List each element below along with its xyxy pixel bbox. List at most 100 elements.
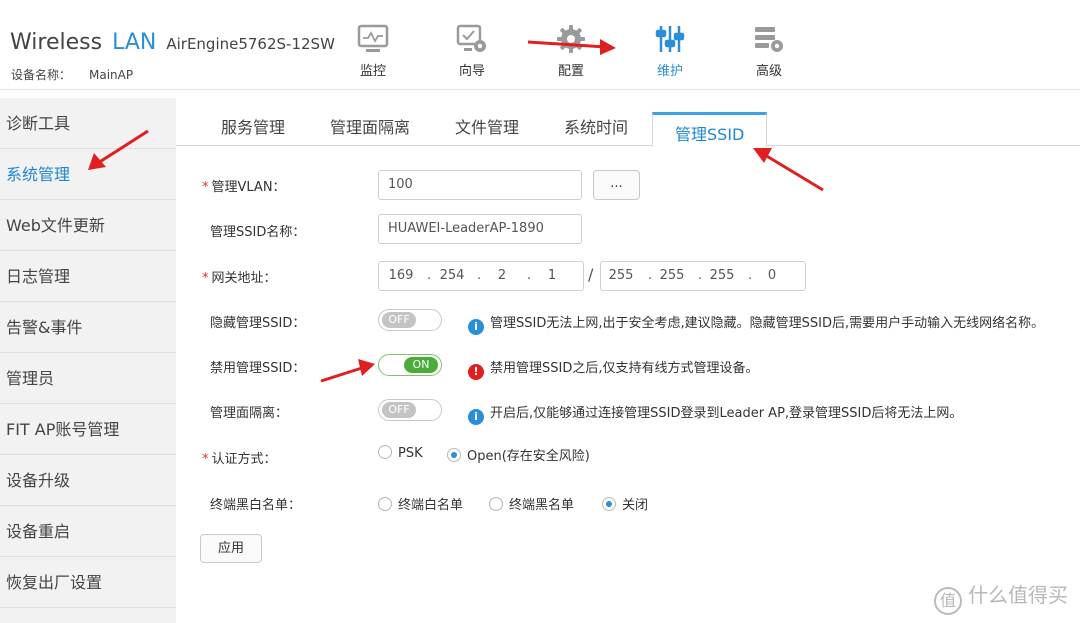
list-radio-off-label: 关闭 <box>622 498 649 513</box>
device-name-label: 设备名称： <box>11 68 72 82</box>
disable-ssid-hint-text: 禁用管理SSID之后,仅支持有线方式管理设备。 <box>490 361 759 376</box>
disable-ssid-label: 禁用管理SSID： <box>210 361 306 376</box>
isolation-hint: i 开启后,仅能够通过连接管理SSID登录到Leader AP,登录管理SSID后… <box>468 402 962 425</box>
brand-lan: LAN <box>112 30 157 55</box>
watermark: 值什么值得买 <box>934 579 1068 615</box>
tab-management-ssid[interactable]: 管理SSID <box>652 112 768 147</box>
device-model: AirEngine5762S-12SW <box>166 35 335 53</box>
list-radio-whitelist-label: 终端白名单 <box>398 498 464 513</box>
auth-label: * 认证方式： <box>202 448 277 467</box>
list-radio-blacklist-label: 终端黑名单 <box>509 498 575 513</box>
watermark-text: 什么值得买 <box>968 583 1068 607</box>
vlan-input[interactable]: 100 <box>378 170 582 200</box>
hide-ssid-toggle[interactable]: OFF <box>378 309 442 331</box>
nav-monitor[interactable]: 监控 <box>338 24 408 82</box>
tab-service-management[interactable]: 服务管理 <box>221 114 285 138</box>
ip-dot: . <box>748 268 753 283</box>
radio-circle <box>378 445 392 459</box>
ip-dot: . <box>527 268 532 283</box>
vlan-select-button[interactable]: ... <box>593 170 640 200</box>
ip-dot: . <box>698 268 703 283</box>
ip-dot: . <box>477 268 482 283</box>
sidebar-item-web-file-update[interactable]: Web文件更新 <box>0 200 176 251</box>
wizard-icon <box>456 24 486 52</box>
list-radio-whitelist[interactable]: 终端白名单 <box>378 494 463 513</box>
nav-advanced-label: 高级 <box>755 64 782 79</box>
sidebar-item-system-management[interactable]: 系统管理 <box>0 149 176 200</box>
tab-management-isolation[interactable]: 管理面隔离 <box>330 114 410 138</box>
list-radio-off[interactable]: 关闭 <box>602 494 648 513</box>
list-radio-blacklist[interactable]: 终端黑名单 <box>489 494 574 513</box>
monitor-icon <box>357 24 389 52</box>
device-name-value: MainAP <box>89 68 134 82</box>
advanced-icon <box>755 27 783 52</box>
tab-system-time[interactable]: 系统时间 <box>564 114 628 138</box>
hide-ssid-toggle-state: OFF <box>382 312 416 328</box>
ssid-name-input[interactable]: HUAWEI-LeaderAP-1890 <box>378 214 582 244</box>
ip-dot: . <box>427 268 432 283</box>
info-icon: i <box>468 319 484 335</box>
hide-ssid-label: 隐藏管理SSID： <box>210 316 306 331</box>
sidebar-item-fit-ap-accounts[interactable]: FIT AP账号管理 <box>0 404 176 455</box>
sidebar-item-diagnostics[interactable]: 诊断工具 <box>0 98 176 149</box>
ssid-name-label: 管理SSID名称： <box>210 225 306 240</box>
ip-octet-2[interactable]: 254 <box>437 268 467 283</box>
required-mark: * <box>202 452 209 467</box>
brand: Wireless LAN AirEngine5762S-12SW <box>10 30 335 55</box>
auth-radio-psk[interactable]: PSK <box>378 445 423 461</box>
nav-wizard-label: 向导 <box>458 64 485 79</box>
radio-circle-selected <box>447 448 461 462</box>
warning-icon: ! <box>468 364 484 380</box>
gateway-mask-input[interactable]: 255 . 255 . 255 . 0 <box>600 261 806 291</box>
sidebar-item-device-restart[interactable]: 设备重启 <box>0 506 176 557</box>
gateway-label: * 网关地址： <box>202 267 277 286</box>
vlan-label-text: 管理VLAN： <box>211 180 286 195</box>
gear-icon <box>557 25 585 53</box>
required-mark: * <box>202 271 209 286</box>
nav-advanced[interactable]: 高级 <box>734 24 804 82</box>
nav-wizard[interactable]: 向导 <box>437 24 507 82</box>
sidebar-item-alarms-events[interactable]: 告警&事件 <box>0 302 176 353</box>
isolation-toggle[interactable]: OFF <box>378 399 442 421</box>
top-header: Wireless LAN AirEngine5762S-12SW 设备名称： Main… <box>0 0 1080 90</box>
main-panel: 服务管理 管理面隔离 文件管理 系统时间 管理SSID * 管理VLAN： 100… <box>176 98 1080 623</box>
disable-ssid-hint: ! 禁用管理SSID之后,仅支持有线方式管理设备。 <box>468 357 758 380</box>
radio-circle <box>378 497 392 511</box>
mask-octet-3[interactable]: 255 <box>707 268 737 283</box>
disable-ssid-toggle[interactable]: ON <box>378 354 442 376</box>
watermark-logo-icon: 值 <box>934 587 962 615</box>
ip-octet-3[interactable]: 2 <box>487 268 517 283</box>
sidebar: 诊断工具 系统管理 Web文件更新 日志管理 告警&事件 管理员 FIT AP账… <box>0 98 176 623</box>
apply-button[interactable]: 应用 <box>200 534 262 563</box>
sidebar-item-factory-reset[interactable]: 恢复出厂设置 <box>0 557 176 608</box>
ip-dot: . <box>648 268 653 283</box>
tab-bar: 服务管理 管理面隔离 文件管理 系统时间 管理SSID <box>176 98 1080 147</box>
sidebar-item-log-management[interactable]: 日志管理 <box>0 251 176 302</box>
isolation-hint-text: 开启后,仅能够通过连接管理SSID登录到Leader AP,登录管理SSID后将… <box>490 406 963 421</box>
mask-octet-2[interactable]: 255 <box>657 268 687 283</box>
vlan-label: * 管理VLAN： <box>202 176 286 195</box>
sidebar-item-device-upgrade[interactable]: 设备升级 <box>0 455 176 506</box>
auth-radio-psk-label: PSK <box>398 446 423 461</box>
nav-config[interactable]: 配置 <box>536 24 606 82</box>
nav-maintenance-label: 维护 <box>656 64 683 79</box>
info-icon: i <box>468 409 484 425</box>
nav-maintenance[interactable]: 维护 <box>635 24 705 82</box>
mask-octet-1[interactable]: 255 <box>606 268 636 283</box>
tab-file-management[interactable]: 文件管理 <box>455 114 519 138</box>
brand-wireless: Wireless <box>10 30 103 55</box>
nav-config-label: 配置 <box>557 64 584 79</box>
gateway-ip-input[interactable]: 169 . 254 . 2 . 1 <box>378 261 584 291</box>
sliders-icon <box>655 26 685 52</box>
mask-octet-4[interactable]: 0 <box>757 268 787 283</box>
isolation-toggle-state: OFF <box>382 402 416 418</box>
auth-radio-open[interactable]: Open(存在安全风险) <box>447 445 590 464</box>
disable-ssid-toggle-state: ON <box>404 357 438 373</box>
required-mark: * <box>202 180 209 195</box>
auth-radio-open-label: Open(存在安全风险) <box>467 449 590 464</box>
ip-octet-4[interactable]: 1 <box>537 268 567 283</box>
gateway-label-text: 网关地址： <box>211 271 277 286</box>
ip-octet-1[interactable]: 169 <box>386 268 416 283</box>
sidebar-item-administrators[interactable]: 管理员 <box>0 353 176 404</box>
device-name: 设备名称： MainAP <box>11 66 133 83</box>
